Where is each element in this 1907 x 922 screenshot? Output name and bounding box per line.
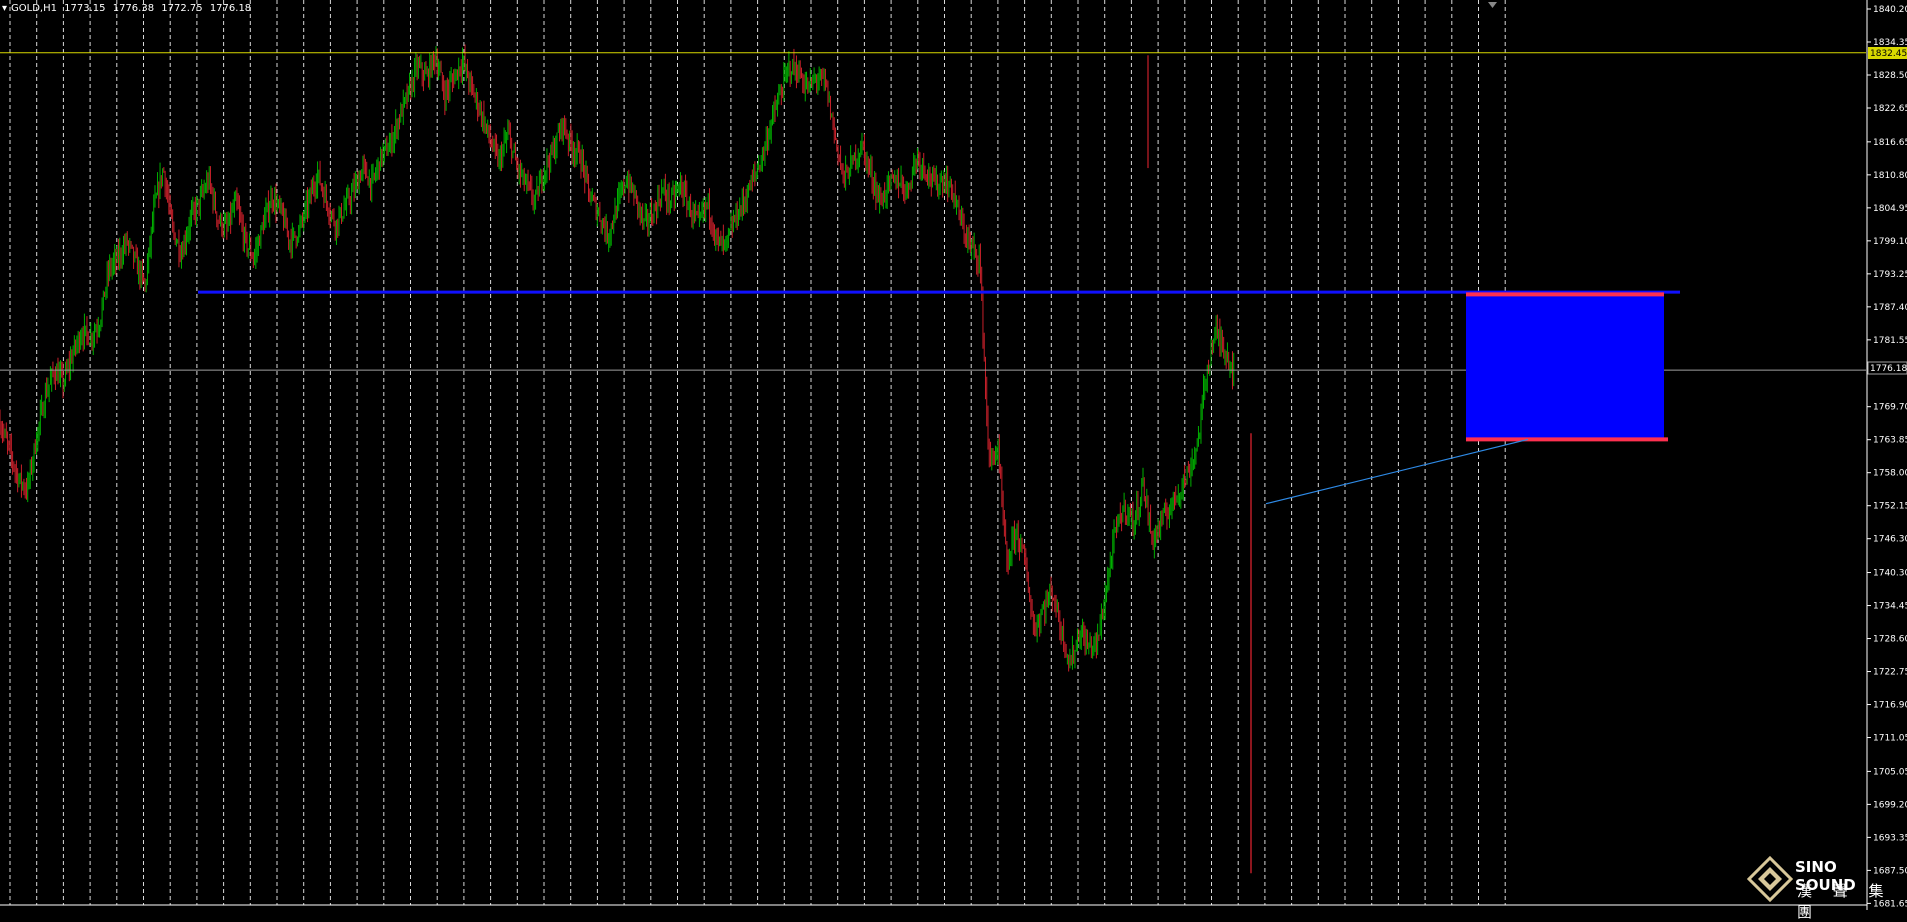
price-tick-label: 1787.40 bbox=[1873, 303, 1907, 313]
price-tick-label: 1840.20 bbox=[1873, 5, 1907, 15]
price-tick-label: 1722.75 bbox=[1873, 668, 1907, 678]
price-tick-label: 1699.20 bbox=[1873, 800, 1907, 810]
marked-level-label: 1832.45 bbox=[1870, 49, 1907, 59]
current-price-label: 1776.18 bbox=[1870, 364, 1907, 374]
price-tick-label: 1822.65 bbox=[1873, 104, 1907, 114]
symbol-info-bar: ▾ GOLD,H1 1773.15 1776.38 1772.75 1776.18 bbox=[2, 3, 255, 14]
high-value: 1776.38 bbox=[112, 3, 155, 14]
price-tick-label: 1716.90 bbox=[1873, 701, 1907, 711]
price-tick-label: 1728.60 bbox=[1873, 635, 1907, 645]
price-tick-label: 1828.50 bbox=[1873, 71, 1907, 81]
current-price-tag: 1776.18 bbox=[1867, 361, 1907, 375]
price-tick-label: 1781.55 bbox=[1873, 336, 1907, 346]
price-tick-label: 1804.95 bbox=[1873, 204, 1907, 214]
demand-zone bbox=[1466, 294, 1664, 440]
price-tick-label: 1740.30 bbox=[1873, 569, 1907, 579]
price-tick-label: 1763.85 bbox=[1873, 436, 1907, 446]
price-tick-label: 1834.35 bbox=[1873, 38, 1907, 48]
price-tick-label: 1810.80 bbox=[1873, 171, 1907, 181]
open-value: 1773.15 bbox=[64, 3, 106, 14]
sino-sound-logo: SINO SOUND 漢 聲 集 團 bbox=[1747, 854, 1897, 921]
diamond-logo-icon bbox=[1747, 856, 1793, 902]
price-tick-label: 1711.05 bbox=[1873, 734, 1907, 744]
price-tick-label: 1746.30 bbox=[1873, 535, 1907, 545]
price-chart[interactable]: 1840.20 1834.35 1828.50 1822.65 1816.65 1810.… bbox=[0, 0, 1907, 910]
chart-background bbox=[0, 0, 1907, 910]
price-tick-label: 1816.65 bbox=[1873, 138, 1907, 148]
symbol-label: GOLD,H1 bbox=[11, 3, 57, 14]
logo-text-chinese: 漢 聲 集 團 bbox=[1797, 882, 1892, 921]
price-tick-label: 1793.25 bbox=[1873, 270, 1907, 280]
chevron-down-icon[interactable]: ▾ bbox=[2, 3, 7, 14]
price-tick-label: 1705.05 bbox=[1873, 767, 1907, 777]
price-tick-label: 1734.45 bbox=[1873, 602, 1907, 612]
price-tick-label: 1758.00 bbox=[1873, 469, 1907, 479]
price-tick-label: 1752.15 bbox=[1873, 502, 1907, 512]
price-tick-label: 1799.10 bbox=[1873, 237, 1907, 247]
marked-level-tag: 1832.45 bbox=[1868, 47, 1907, 59]
low-value: 1772.75 bbox=[161, 3, 203, 14]
price-tick-label: 1693.35 bbox=[1873, 833, 1907, 843]
close-value: 1776.18 bbox=[209, 3, 252, 14]
price-tick-label: 1769.70 bbox=[1873, 403, 1907, 413]
